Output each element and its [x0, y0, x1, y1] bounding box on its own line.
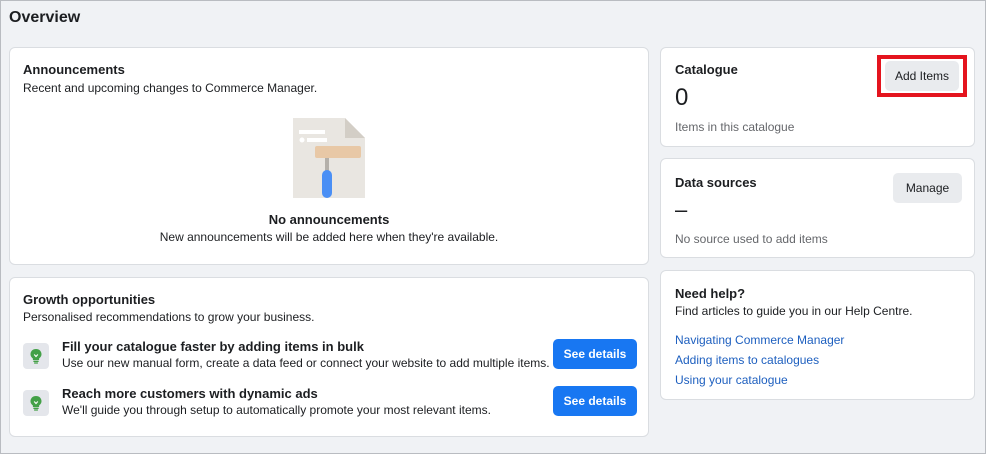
see-details-button[interactable]: See details — [553, 339, 637, 369]
growth-opportunities-card: Growth opportunities Personalised recomm… — [9, 277, 649, 437]
data-sources-value: – — [675, 197, 688, 222]
catalogue-card: Catalogue 0 Items in this catalogue Add … — [660, 47, 975, 147]
add-items-button[interactable]: Add Items — [885, 61, 959, 91]
announcements-title: Announcements — [23, 62, 125, 77]
paint-roller-illustration — [293, 118, 365, 198]
data-sources-caption: No source used to add items — [675, 232, 828, 246]
opportunity-item-dynamic-ads: Reach more customers with dynamic ads We… — [23, 386, 637, 420]
data-sources-card: Data sources – No source used to add ite… — [660, 158, 975, 258]
overview-page: Overview Announcements Recent and upcomi… — [0, 0, 986, 454]
growth-subtitle: Personalised recommendations to grow you… — [23, 310, 315, 324]
manage-button[interactable]: Manage — [893, 173, 962, 203]
no-announcements-title: No announcements — [268, 212, 390, 227]
catalogue-title: Catalogue — [675, 62, 738, 77]
see-details-button[interactable]: See details — [553, 386, 637, 416]
announcements-subtitle: Recent and upcoming changes to Commerce … — [23, 81, 318, 95]
growth-title: Growth opportunities — [23, 292, 156, 307]
opportunity-title: Fill your catalogue faster by adding ite… — [62, 339, 364, 354]
help-card: Need help? Find articles to guide you in… — [660, 270, 975, 400]
catalogue-item-count: 0 — [675, 84, 689, 111]
help-link-adding-items[interactable]: Adding items to catalogues — [675, 353, 819, 367]
lightbulb-icon — [23, 390, 49, 416]
announcements-card: Announcements Recent and upcoming change… — [9, 47, 649, 265]
data-sources-title: Data sources — [675, 175, 757, 190]
help-title: Need help? — [675, 286, 746, 301]
help-link-navigating[interactable]: Navigating Commerce Manager — [675, 333, 844, 347]
no-announcements-subtitle: New announcements will be added here whe… — [159, 230, 499, 244]
help-subtitle: Find articles to guide you in our Help C… — [675, 304, 913, 318]
page-title: Overview — [9, 9, 81, 26]
opportunity-description: Use our new manual form, create a data f… — [62, 356, 550, 370]
help-link-using-catalogue[interactable]: Using your catalogue — [675, 373, 788, 387]
add-items-highlight: Add Items — [877, 55, 967, 97]
opportunity-item-bulk-add: Fill your catalogue faster by adding ite… — [23, 339, 637, 373]
lightbulb-icon — [23, 343, 49, 369]
catalogue-caption: Items in this catalogue — [675, 120, 795, 134]
opportunity-title: Reach more customers with dynamic ads — [62, 386, 318, 401]
opportunity-description: We'll guide you through setup to automat… — [62, 403, 491, 417]
